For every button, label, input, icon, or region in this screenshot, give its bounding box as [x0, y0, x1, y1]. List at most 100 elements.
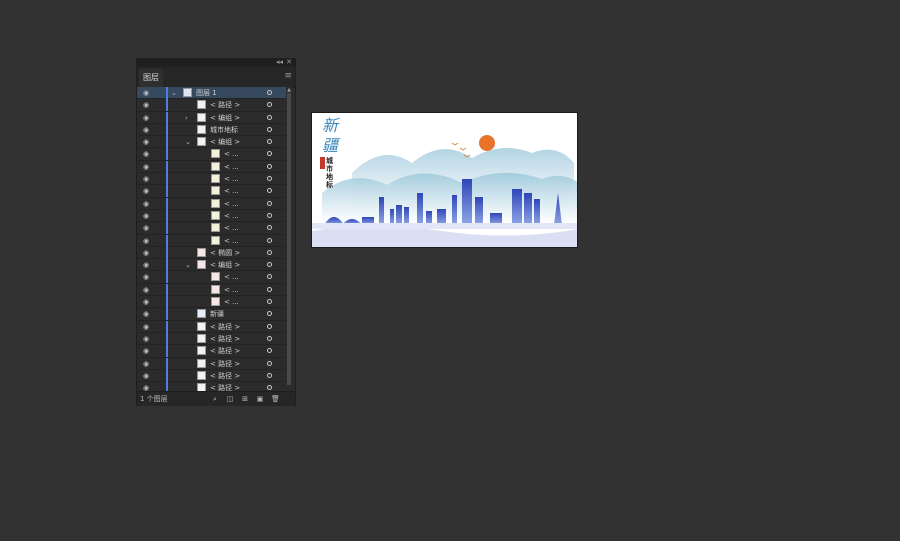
layer-row[interactable]: ◉ › < 编组 > — [137, 111, 286, 124]
layer-name[interactable]: < ... — [224, 222, 239, 234]
artboard[interactable]: 新疆 城市地标 — [311, 112, 578, 248]
visibility-eye-icon[interactable]: ◉ — [141, 284, 151, 296]
scrollbar[interactable]: ▲ — [286, 87, 292, 391]
visibility-eye-icon[interactable]: ◉ — [141, 370, 151, 382]
layer-name[interactable]: < 路径 > — [210, 333, 240, 345]
target-circle-icon[interactable] — [267, 176, 272, 182]
layer-name[interactable]: < ... — [224, 235, 239, 247]
visibility-eye-icon[interactable]: ◉ — [141, 173, 151, 185]
visibility-eye-icon[interactable]: ◉ — [141, 296, 151, 308]
visibility-eye-icon[interactable]: ◉ — [141, 333, 151, 345]
visibility-eye-icon[interactable]: ◉ — [141, 148, 151, 160]
layer-name[interactable]: < ... — [224, 210, 239, 222]
target-circle-icon[interactable] — [267, 274, 272, 280]
visibility-eye-icon[interactable]: ◉ — [141, 198, 151, 210]
target-circle-icon[interactable] — [267, 163, 272, 169]
layer-row[interactable]: ◉ < ... — [137, 160, 286, 174]
layer-row[interactable]: ◉ < ... — [137, 296, 286, 309]
target-circle-icon[interactable] — [267, 335, 272, 341]
layer-name[interactable]: < 路径 > — [210, 382, 240, 391]
expand-arrow-icon[interactable]: › — [185, 112, 188, 124]
panel-menu-icon[interactable]: ≡ — [284, 71, 292, 81]
layer-row[interactable]: ◉ < 路径 > — [137, 345, 286, 358]
layer-row[interactable]: ◉ < 路径 > — [137, 332, 286, 346]
visibility-eye-icon[interactable]: ◉ — [141, 87, 151, 99]
visibility-eye-icon[interactable]: ◉ — [141, 247, 151, 259]
target-circle-icon[interactable] — [267, 151, 272, 157]
layer-name[interactable]: < ... — [224, 185, 239, 197]
visibility-eye-icon[interactable]: ◉ — [141, 99, 151, 111]
target-circle-icon[interactable] — [267, 126, 272, 132]
layer-row[interactable]: ◉ < 路径 > — [137, 99, 286, 112]
visibility-eye-icon[interactable]: ◉ — [141, 161, 151, 173]
layer-row[interactable]: ◉ < 路径 > — [137, 357, 286, 370]
layer-name[interactable]: 城市地标 — [210, 124, 238, 136]
visibility-eye-icon[interactable]: ◉ — [141, 345, 151, 357]
tab-layers[interactable]: 图层 — [139, 69, 163, 87]
visibility-eye-icon[interactable]: ◉ — [141, 124, 151, 136]
delete-layer-icon[interactable]: 🗑 — [271, 395, 280, 403]
layer-name[interactable]: < 路径 > — [210, 358, 240, 370]
layer-name[interactable]: < ... — [224, 198, 239, 210]
new-layer-icon[interactable]: ▣ — [256, 395, 264, 403]
target-circle-icon[interactable] — [267, 90, 272, 95]
target-circle-icon[interactable] — [267, 139, 272, 145]
layer-row[interactable]: ◉ < ... — [137, 197, 286, 210]
layer-row[interactable]: ◉ 城市地标 — [137, 123, 286, 137]
layer-row[interactable]: ◉ < ... — [137, 222, 286, 235]
visibility-eye-icon[interactable]: ◉ — [141, 358, 151, 370]
make-clipping-mask-icon[interactable]: ◫ — [226, 395, 234, 403]
target-circle-icon[interactable] — [267, 348, 272, 354]
visibility-eye-icon[interactable]: ◉ — [141, 321, 151, 333]
collapse-icon[interactable]: ◂◂ — [276, 58, 283, 66]
target-circle-icon[interactable] — [267, 385, 272, 391]
layer-name[interactable]: < ... — [224, 296, 239, 308]
layer-row[interactable]: ◉ ⌄ < 编组 > — [137, 136, 286, 149]
layer-row[interactable]: ◉ ⌄ 图层 1 — [137, 87, 286, 100]
layer-name[interactable]: < 路径 > — [210, 370, 240, 382]
layer-name[interactable]: < ... — [224, 148, 239, 160]
target-circle-icon[interactable] — [267, 372, 272, 378]
target-circle-icon[interactable] — [267, 311, 272, 317]
target-circle-icon[interactable] — [267, 360, 272, 366]
layer-name[interactable]: < 编组 > — [210, 136, 240, 148]
collapse-arrow-icon[interactable]: ⌄ — [185, 259, 191, 271]
visibility-eye-icon[interactable]: ◉ — [141, 210, 151, 222]
scroll-thumb[interactable] — [287, 93, 291, 385]
target-circle-icon[interactable] — [267, 212, 272, 218]
collapse-arrow-icon[interactable]: ⌄ — [171, 87, 177, 99]
layer-name[interactable]: < 路径 > — [210, 99, 240, 111]
target-circle-icon[interactable] — [267, 286, 272, 292]
target-circle-icon[interactable] — [267, 237, 272, 243]
layer-row[interactable]: ◉ < 椭圆 > — [137, 246, 286, 260]
visibility-eye-icon[interactable]: ◉ — [141, 222, 151, 234]
layer-row[interactable]: ◉ ⌄ < 编组 > — [137, 259, 286, 272]
layer-name[interactable]: < 路径 > — [210, 321, 240, 333]
layer-row[interactable]: ◉ 新疆 — [137, 308, 286, 321]
layer-name[interactable]: < 椭圆 > — [210, 247, 240, 259]
visibility-eye-icon[interactable]: ◉ — [141, 136, 151, 148]
target-circle-icon[interactable] — [267, 323, 272, 329]
target-circle-icon[interactable] — [267, 102, 272, 108]
visibility-eye-icon[interactable]: ◉ — [141, 308, 151, 320]
visibility-eye-icon[interactable]: ◉ — [141, 185, 151, 197]
layer-name[interactable]: < ... — [224, 284, 239, 296]
collapse-arrow-icon[interactable]: ⌄ — [185, 136, 191, 148]
layer-row[interactable]: ◉ < ... — [137, 283, 286, 297]
layer-row[interactable]: ◉ < ... — [137, 234, 286, 247]
locate-object-icon[interactable]: ⌕ — [211, 395, 219, 403]
visibility-eye-icon[interactable]: ◉ — [141, 112, 151, 124]
layer-name[interactable]: 图层 1 — [196, 87, 217, 99]
layer-name[interactable]: < 路径 > — [210, 345, 240, 357]
visibility-eye-icon[interactable]: ◉ — [141, 259, 151, 271]
target-circle-icon[interactable] — [267, 262, 272, 268]
layer-row[interactable]: ◉ < 路径 > — [137, 320, 286, 333]
target-circle-icon[interactable] — [267, 114, 272, 120]
layer-name[interactable]: 新疆 — [210, 308, 224, 320]
close-icon[interactable]: ✕ — [286, 58, 292, 66]
panel-titlebar[interactable]: ◂◂ ✕ — [137, 58, 295, 67]
visibility-eye-icon[interactable]: ◉ — [141, 271, 151, 283]
layer-row[interactable]: ◉ < ... — [137, 185, 286, 198]
create-sublayer-icon[interactable]: ⊞ — [241, 395, 249, 403]
target-circle-icon[interactable] — [267, 249, 272, 255]
